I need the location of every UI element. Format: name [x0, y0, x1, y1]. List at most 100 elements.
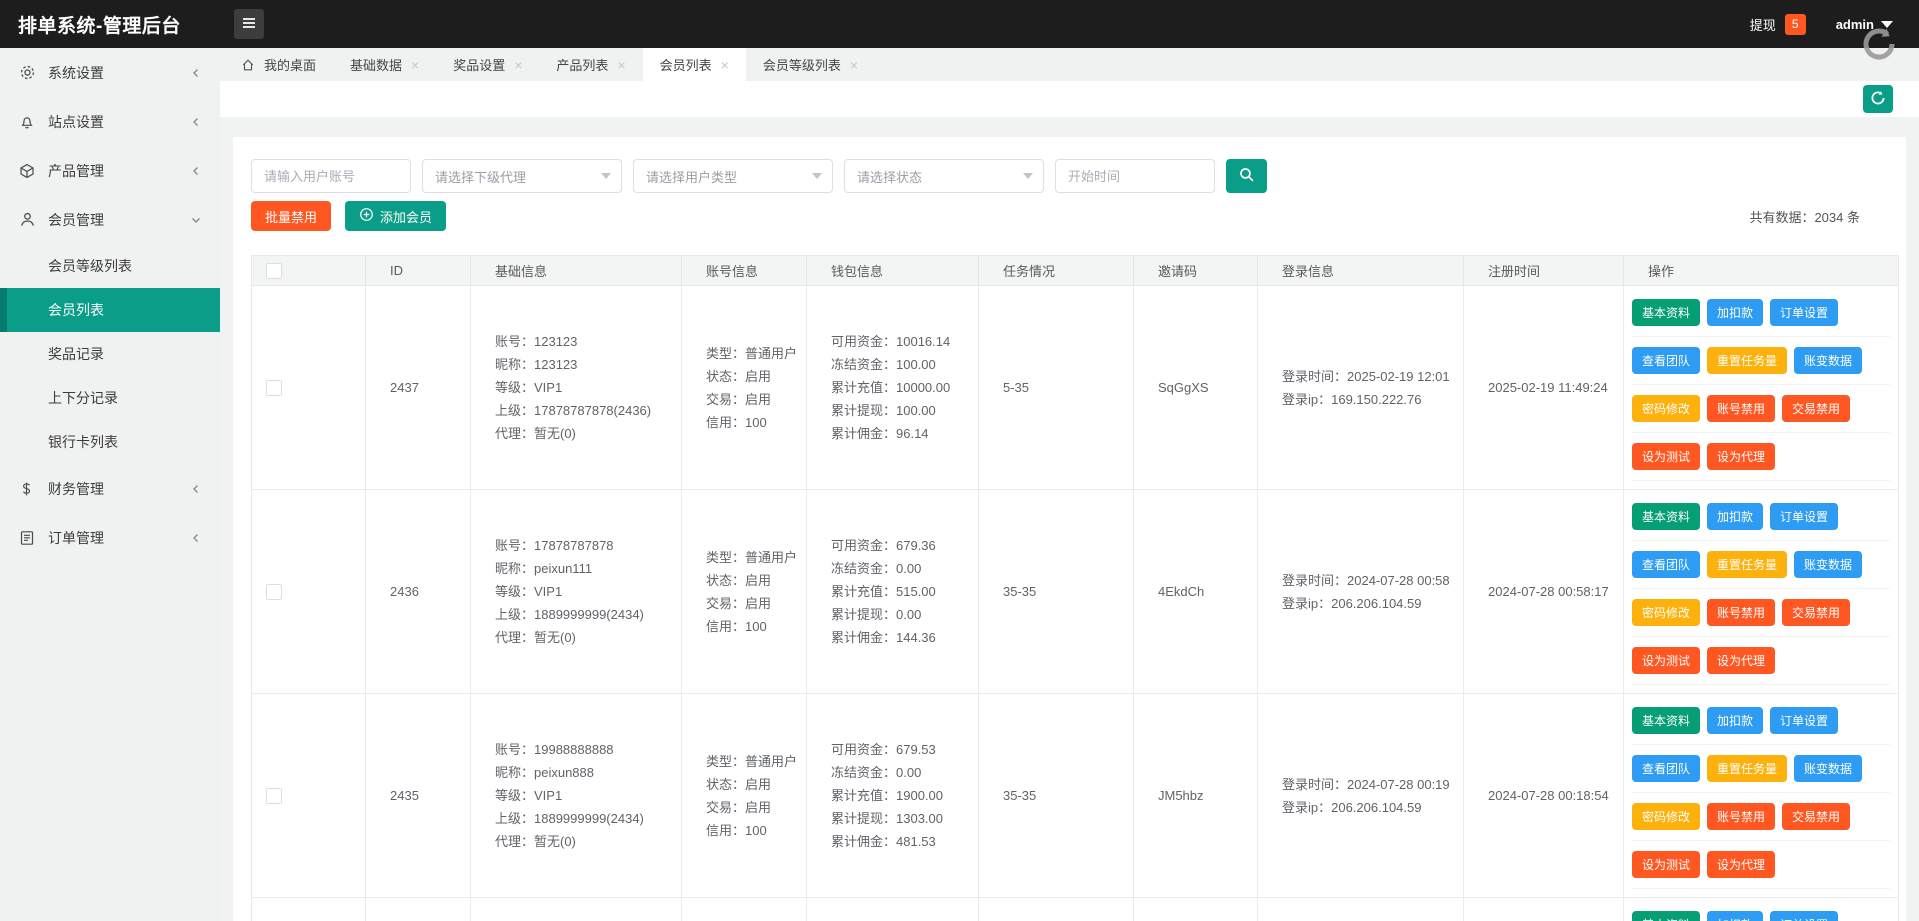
row-checkbox[interactable]: [266, 379, 282, 396]
cell-line: 类型：普通用户: [706, 345, 798, 361]
action-button[interactable]: 设为代理: [1707, 647, 1776, 674]
status-select[interactable]: 请选择状态: [844, 159, 1044, 193]
main-panel: 请选择下级代理 请选择用户类型 请选择状态: [233, 137, 1906, 921]
action-button[interactable]: 订单设置: [1770, 707, 1839, 734]
action-button[interactable]: 加扣款: [1707, 503, 1764, 530]
action-button[interactable]: 交易禁用: [1782, 803, 1851, 830]
action-button[interactable]: 交易禁用: [1782, 599, 1851, 626]
agent-select[interactable]: 请选择下级代理: [422, 159, 622, 193]
action-button[interactable]: 设为测试: [1632, 647, 1701, 674]
action-button[interactable]: 设为测试: [1632, 851, 1701, 878]
action-button[interactable]: 加扣款: [1707, 707, 1764, 734]
row-checkbox[interactable]: [266, 787, 282, 804]
tab-label: 基础数据: [350, 58, 403, 73]
sidebar-item[interactable]: 财务管理: [0, 464, 220, 513]
sidebar-subitem[interactable]: 上下分记录: [0, 376, 220, 420]
cell-actions: 基本资料加扣款订单设置查看团队重置任务量账变数据密码修改账号禁用交易禁用设为测试…: [1624, 694, 1898, 897]
row-checkbox[interactable]: [266, 583, 282, 600]
action-button[interactable]: 账变数据: [1794, 551, 1863, 578]
cell-line: JM5hbz: [1158, 788, 1204, 803]
tab-close-icon[interactable]: ×: [514, 58, 522, 72]
action-button[interactable]: 基本资料: [1632, 299, 1701, 326]
sidebar-item[interactable]: 系统设置: [0, 48, 220, 97]
action-button[interactable]: 密码修改: [1632, 803, 1701, 830]
sidebar-subitem[interactable]: 银行卡列表: [0, 420, 220, 464]
sidebar-item[interactable]: 站点设置: [0, 97, 220, 146]
tab[interactable]: 会员等级列表 ×: [746, 48, 875, 81]
table-header-row: ID 基础信息 账号信息 钱包信息 任务情况 邀请码 登录信息 注册时间 操作: [252, 256, 1898, 286]
action-button[interactable]: 密码修改: [1632, 599, 1701, 626]
action-button[interactable]: 订单设置: [1770, 503, 1839, 530]
sidebar-subitem[interactable]: 会员列表: [0, 288, 220, 332]
action-button[interactable]: 账号禁用: [1707, 599, 1776, 626]
action-button[interactable]: 查看团队: [1632, 347, 1701, 374]
cell-line: 累计充值：10000.00: [831, 380, 951, 395]
action-button[interactable]: 订单设置: [1770, 911, 1839, 921]
sidebar-item[interactable]: 订单管理: [0, 513, 220, 562]
chevron-down-icon: [601, 173, 611, 179]
cell-line: 累计提现：1303.00: [831, 811, 943, 826]
select-all-checkbox[interactable]: [266, 262, 282, 279]
sidebar-item[interactable]: 产品管理: [0, 146, 220, 195]
action-button[interactable]: 加扣款: [1707, 299, 1764, 326]
action-button[interactable]: 账号禁用: [1707, 395, 1776, 422]
tab[interactable]: 我的桌面: [224, 48, 333, 81]
tab-close-icon[interactable]: ×: [411, 58, 419, 72]
refresh-button[interactable]: [1863, 85, 1893, 113]
action-button[interactable]: 重置任务量: [1707, 347, 1788, 374]
cell-line: 35-35: [1003, 584, 1037, 599]
tab[interactable]: 基础数据 ×: [333, 48, 436, 81]
action-button[interactable]: 重置任务量: [1707, 755, 1788, 782]
sidebar-toggle-button[interactable]: [234, 9, 264, 39]
cell-invite-code: 4EkdCh: [1134, 490, 1258, 693]
action-button[interactable]: 基本资料: [1632, 503, 1701, 530]
tab-close-icon[interactable]: ×: [721, 58, 729, 72]
cell-line: 账号：123123: [495, 334, 578, 349]
sidebar-subitem[interactable]: 会员等级列表: [0, 244, 220, 288]
action-button[interactable]: 查看团队: [1632, 755, 1701, 782]
action-button[interactable]: 密码修改: [1632, 395, 1701, 422]
chevron-icon: [190, 165, 202, 177]
cell-line: 冻结资金：0.00: [831, 561, 922, 576]
app-title: 排单系统-管理后台: [18, 15, 181, 37]
sidebar-subitem-label: 上下分记录: [48, 390, 118, 406]
action-button[interactable]: 设为测试: [1632, 443, 1701, 470]
action-button[interactable]: 基本资料: [1632, 911, 1701, 921]
add-member-button[interactable]: 添加会员: [345, 201, 447, 231]
cell-line: 昵称：peixun888: [495, 765, 594, 780]
action-button[interactable]: 交易禁用: [1782, 395, 1851, 422]
cell-task-status: [979, 898, 1134, 921]
tab-close-icon[interactable]: ×: [617, 58, 625, 72]
sidebar-item-label: 站点设置: [48, 113, 104, 130]
action-button[interactable]: 重置任务量: [1707, 551, 1788, 578]
action-button[interactable]: 设为代理: [1707, 443, 1776, 470]
action-button[interactable]: 账变数据: [1794, 347, 1863, 374]
account-search-input[interactable]: [251, 159, 411, 193]
tab-close-icon[interactable]: ×: [850, 58, 858, 72]
cell-line: 登录ip：169.150.222.76: [1282, 391, 1422, 407]
action-button[interactable]: 设为代理: [1707, 851, 1776, 878]
tab[interactable]: 奖品设置 ×: [436, 48, 539, 81]
cell-line: 交易：启用: [706, 595, 772, 611]
cell-line: 可用资金：10016.14: [831, 334, 951, 349]
withdraw-notification[interactable]: 提现 5: [1750, 13, 1806, 35]
column-header: 基础信息: [471, 256, 682, 285]
tab[interactable]: 产品列表 ×: [539, 48, 642, 81]
sidebar-subitem-label: 会员等级列表: [48, 258, 132, 274]
tab[interactable]: 会员列表 ×: [642, 48, 746, 81]
sidebar-item[interactable]: 会员管理: [0, 195, 220, 244]
start-time-input[interactable]: [1055, 159, 1215, 193]
user-type-select[interactable]: 请选择用户类型: [633, 159, 833, 193]
action-button[interactable]: 账变数据: [1794, 755, 1863, 782]
action-button-line: 设为测试 设为代理: [1632, 647, 1890, 685]
batch-disable-button[interactable]: 批量禁用: [251, 201, 332, 231]
action-button[interactable]: 订单设置: [1770, 299, 1839, 326]
user-icon: [19, 211, 39, 228]
sidebar-subitem-label: 银行卡列表: [48, 434, 118, 450]
sidebar-subitem[interactable]: 奖品记录: [0, 332, 220, 376]
search-button[interactable]: [1226, 159, 1267, 193]
action-button[interactable]: 账号禁用: [1707, 803, 1776, 830]
action-button[interactable]: 查看团队: [1632, 551, 1701, 578]
action-button[interactable]: 加扣款: [1707, 911, 1764, 921]
action-button[interactable]: 基本资料: [1632, 707, 1701, 734]
